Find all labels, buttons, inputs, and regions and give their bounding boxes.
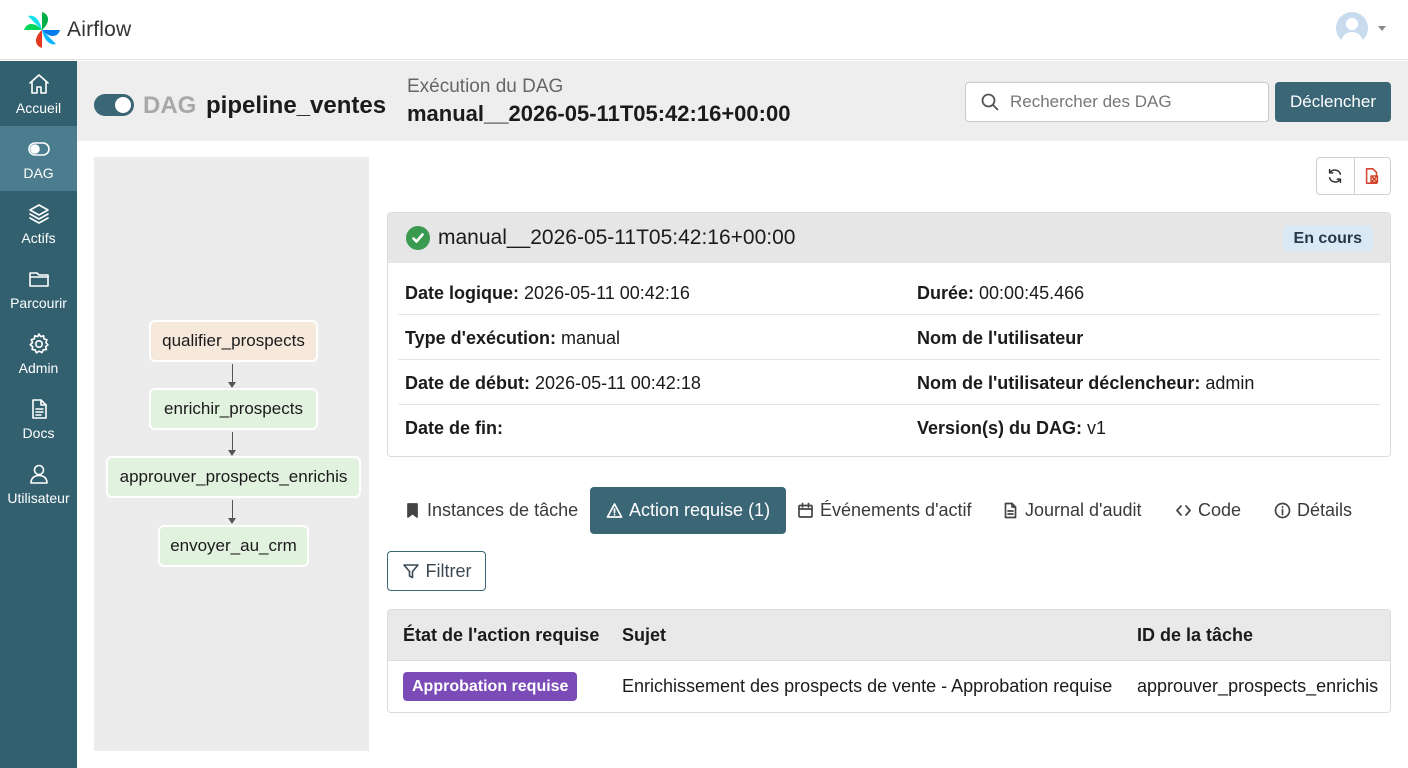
run-type-field: Type d'exécution: manual	[405, 328, 621, 348]
action-state-badge: Approbation requise	[403, 672, 578, 701]
dag-graph-panel[interactable]: qualifier_prospects enrichir_prospects a…	[94, 157, 369, 751]
dag-header: DAG pipeline_ventes Exécution du DAG man…	[77, 61, 1408, 141]
tab-code[interactable]: Code	[1175, 487, 1241, 534]
search-box[interactable]	[965, 82, 1269, 122]
graph-edge	[228, 432, 236, 456]
dag-pause-toggle[interactable]	[94, 94, 134, 116]
graph-node[interactable]: qualifier_prospects	[149, 320, 318, 362]
user-icon	[29, 464, 48, 484]
sidebar-item-utilisateur[interactable]: Utilisateur	[0, 451, 77, 516]
sidebar-item-accueil[interactable]: Accueil	[0, 61, 77, 126]
tab-asset-events[interactable]: Événements d'actif	[797, 487, 972, 534]
sidebar-item-docs[interactable]: Docs	[0, 386, 77, 451]
detail-row: Date de fin: Version(s) du DAG: v1	[388, 405, 1390, 450]
sidebar-item-label: DAG	[23, 164, 54, 181]
sidebar-item-label: Actifs	[21, 229, 56, 246]
avatar	[1336, 12, 1368, 44]
trigger-dag-button[interactable]: Déclencher	[1275, 82, 1391, 122]
document-icon	[31, 398, 47, 419]
refresh-icon	[1329, 168, 1342, 184]
file-icon	[1004, 502, 1017, 519]
graph-node[interactable]: approuver_prospects_enrichis	[106, 456, 361, 498]
run-label: Exécution du DAG	[407, 76, 564, 97]
top-bar: Airflow	[0, 0, 1408, 60]
sidebar: Accueil DAG Actifs Parcourir Admin Docs …	[0, 61, 77, 768]
detail-row: Date de début: 2026-05-11 00:42:18 Nom d…	[388, 360, 1390, 405]
tab-required-actions[interactable]: Action requise (1)	[590, 487, 787, 534]
sidebar-item-label: Accueil	[15, 99, 62, 116]
calendar-icon	[798, 502, 813, 518]
status-badge: En cours	[1282, 225, 1373, 252]
run-details-card: manual__2026-05-11T05:42:16+00:00 En cou…	[387, 212, 1391, 457]
folder-icon	[28, 271, 49, 287]
info-icon	[1274, 502, 1291, 519]
graph-node[interactable]: envoyer_au_crm	[158, 525, 309, 567]
username-field: Nom de l'utilisateur	[917, 328, 1084, 348]
sidebar-item-label: Parcourir	[10, 294, 67, 311]
sidebar-item-label: Utilisateur	[7, 489, 70, 506]
start-date-field: Date de début: 2026-05-11 00:42:18	[405, 373, 701, 393]
bookmark-icon	[407, 503, 418, 518]
sidebar-item-parcourir[interactable]: Parcourir	[0, 256, 77, 321]
triggering-user-field: Nom de l'utilisateur déclencheur: admin	[917, 373, 1255, 393]
table-header: État de l'action requise Sujet ID de la …	[388, 610, 1390, 661]
run-card-header: manual__2026-05-11T05:42:16+00:00 En cou…	[388, 213, 1390, 263]
tab-audit-log[interactable]: Journal d'audit	[1002, 487, 1142, 534]
detail-row: Date logique: 2026-05-11 00:42:16 Durée:…	[388, 270, 1390, 315]
subject-cell[interactable]: Enrichissement des prospects de vente - …	[622, 676, 1112, 697]
toggle-icon	[27, 141, 50, 156]
tab-task-instances[interactable]: Instances de tâche	[404, 487, 578, 534]
app-name: Airflow	[67, 17, 132, 41]
duration-field: Durée: 00:00:45.466	[917, 283, 1085, 303]
search-input[interactable]	[1010, 92, 1260, 112]
warning-icon	[606, 503, 623, 518]
column-header[interactable]: État de l'action requise	[403, 625, 599, 646]
sidebar-item-label: Admin	[18, 359, 59, 376]
tab-details[interactable]: Détails	[1274, 487, 1352, 534]
run-action-buttons	[1316, 157, 1391, 195]
dag-prefix: DAG	[143, 92, 197, 119]
sidebar-item-dag[interactable]: DAG	[0, 126, 77, 191]
home-icon	[28, 73, 49, 94]
detail-row: Type d'exécution: manual Nom de l'utilis…	[388, 315, 1390, 360]
run-tabs: Instances de tâche Action requise (1) Év…	[387, 487, 1391, 534]
success-check-icon	[406, 226, 430, 250]
refresh-button[interactable]	[1317, 158, 1354, 194]
run-id-label: manual__2026-05-11T05:42:16+00:00	[438, 226, 796, 249]
filter-button[interactable]: Filtrer	[387, 551, 486, 591]
layers-icon	[28, 203, 49, 224]
sidebar-item-admin[interactable]: Admin	[0, 321, 77, 386]
dag-title[interactable]: pipeline_ventes	[206, 92, 386, 120]
delete-file-icon	[1366, 168, 1379, 184]
required-actions-table: État de l'action requise Sujet ID de la …	[387, 609, 1391, 713]
dag-version-field: Version(s) du DAG: v1	[917, 418, 1107, 438]
table-row[interactable]: Approbation requise Enrichissement des p…	[388, 661, 1390, 712]
sidebar-item-actifs[interactable]: Actifs	[0, 191, 77, 256]
graph-node[interactable]: enrichir_prospects	[149, 388, 318, 430]
search-icon	[981, 93, 999, 111]
clear-run-button[interactable]	[1353, 158, 1391, 194]
column-header[interactable]: ID de la tâche	[1137, 625, 1253, 646]
graph-edge	[228, 364, 236, 388]
code-icon	[1176, 505, 1191, 516]
gear-icon	[28, 332, 49, 354]
chevron-down-icon	[1378, 25, 1386, 31]
end-date-field: Date de fin:	[405, 418, 504, 438]
run-title: manual__2026-05-11T05:42:16+00:00	[407, 101, 791, 126]
user-menu[interactable]	[1336, 12, 1386, 44]
pinwheel-icon	[24, 11, 60, 48]
airflow-logo[interactable]: Airflow	[22, 10, 131, 50]
filter-icon	[402, 564, 419, 579]
logical-date-field: Date logique: 2026-05-11 00:42:16	[405, 283, 690, 303]
graph-edge	[228, 500, 236, 524]
task-id-cell[interactable]: approuver_prospects_enrichis	[1137, 676, 1378, 697]
sidebar-item-label: Docs	[22, 424, 55, 441]
column-header[interactable]: Sujet	[622, 625, 666, 646]
